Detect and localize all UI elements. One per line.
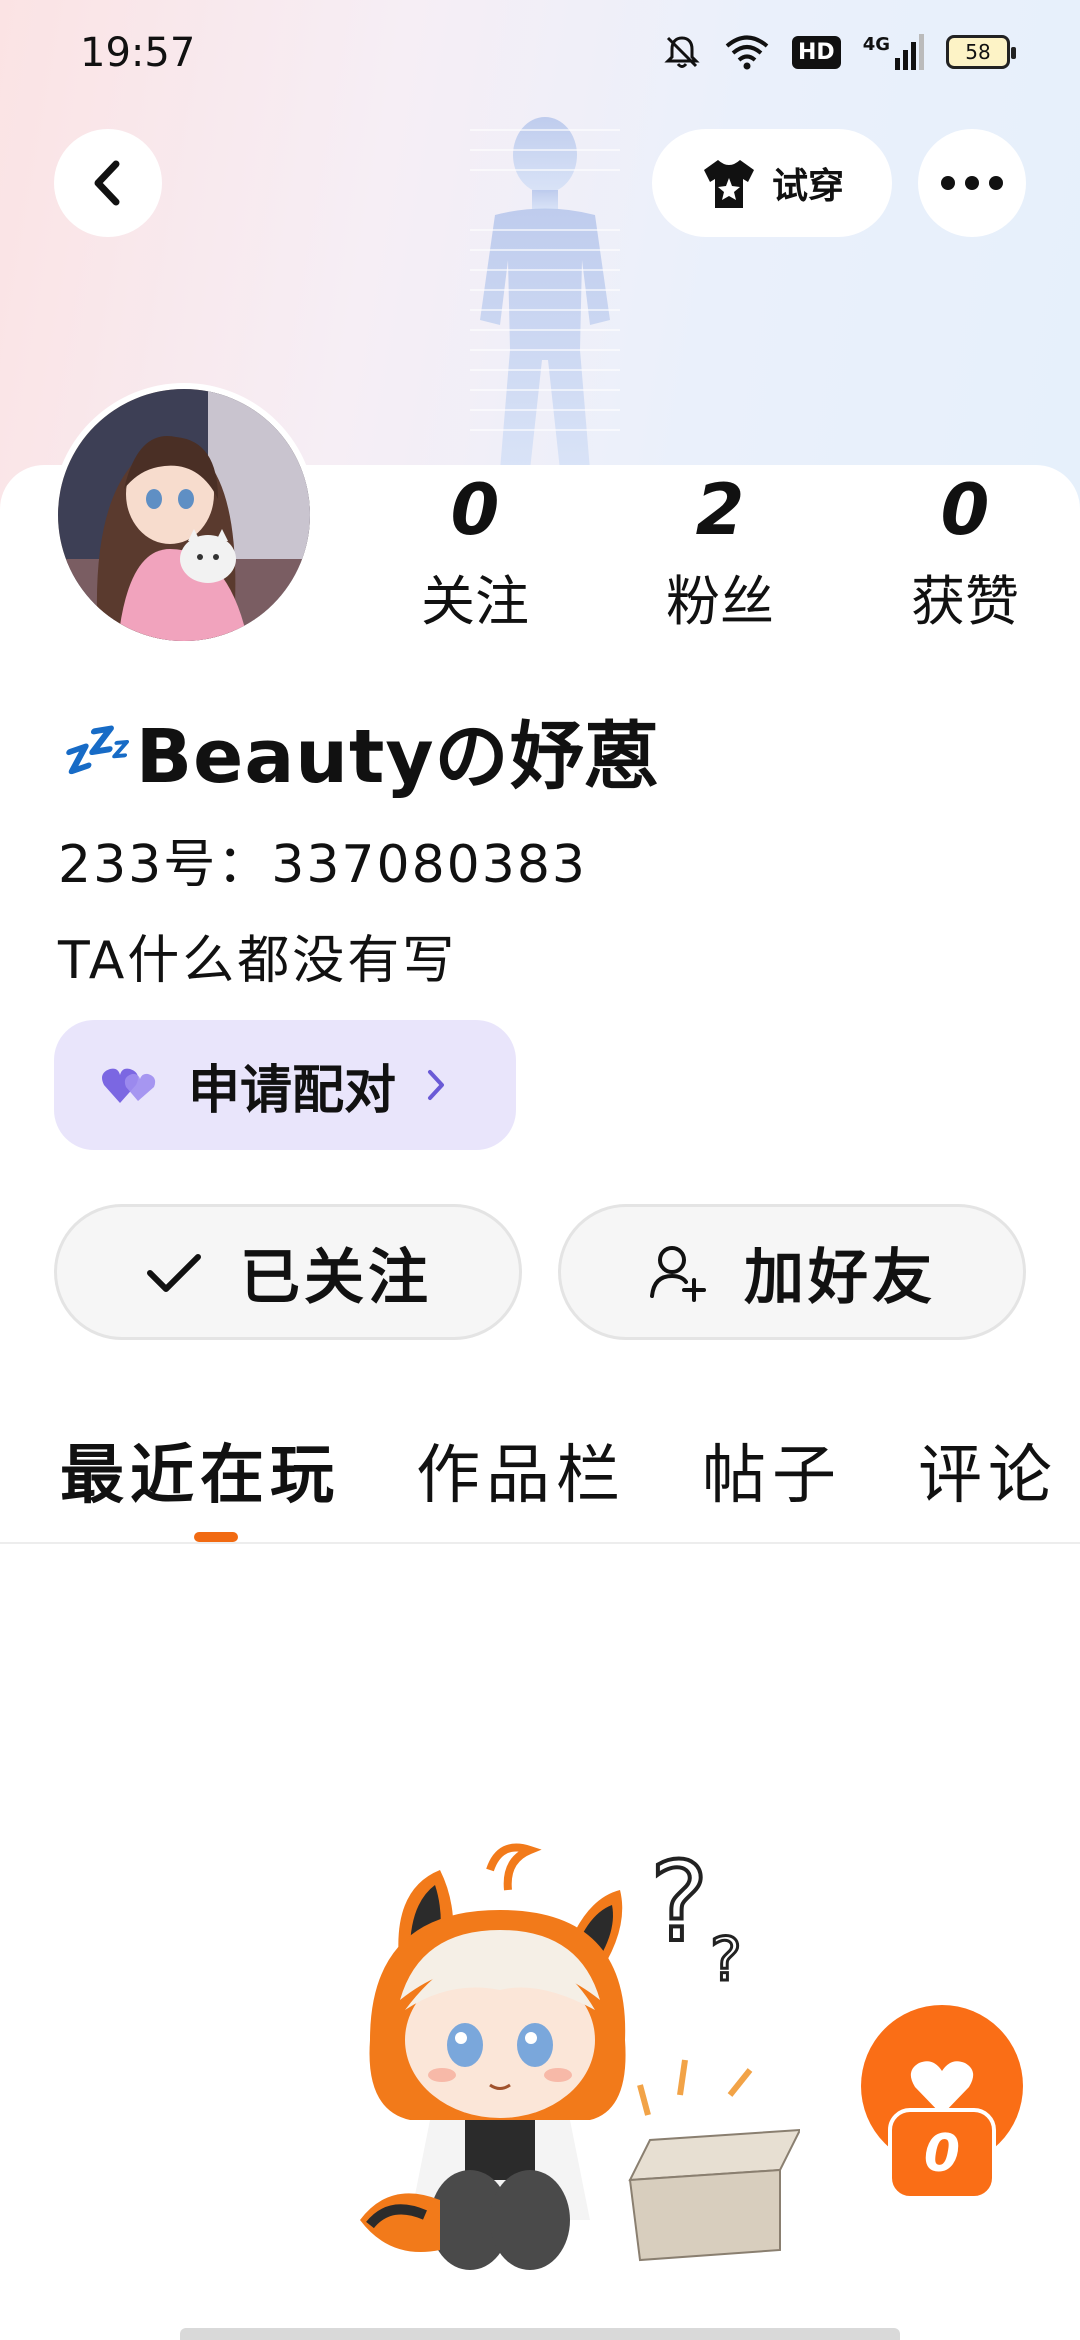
svg-text:?: ? — [710, 1925, 742, 1995]
status-time: 19:57 — [80, 30, 196, 76]
svg-text:?: ? — [650, 1838, 708, 1966]
following-button[interactable]: 已关注 — [54, 1204, 522, 1340]
following-button-label: 已关注 — [240, 1242, 432, 1313]
followers-count: 2 — [695, 469, 745, 551]
active-tab-indicator — [194, 1532, 238, 1542]
zzz-icon: 💤 — [58, 718, 128, 783]
battery-indicator: 58 — [946, 35, 1016, 69]
tshirt-star-icon — [703, 160, 754, 208]
likes-label: 获赞 — [911, 570, 1019, 633]
tab-comments[interactable]: 评论 — [918, 1424, 1058, 1516]
stat-likes[interactable]: 0 获赞 — [870, 470, 1060, 650]
wifi-icon — [725, 35, 769, 70]
more-icon — [941, 176, 1003, 190]
followers-label: 粉丝 — [666, 570, 774, 633]
try-on-button[interactable]: 试穿 — [652, 129, 892, 237]
back-icon — [94, 160, 120, 206]
tab-works[interactable]: 作品栏 — [416, 1424, 626, 1516]
floating-badge-count: 0 — [888, 2108, 996, 2200]
add-friend-button[interactable]: 加好友 — [558, 1204, 1026, 1340]
hd-badge: HD — [792, 35, 841, 69]
avatar-hologram-figure — [470, 117, 620, 470]
network-label: 4G — [862, 34, 890, 55]
signal-4g-icon: 4G — [863, 34, 924, 70]
add-friend-label: 加好友 — [744, 1242, 936, 1313]
username: Beautyの妤蒽 — [135, 713, 660, 800]
username-row: 💤 Beautyの妤蒽 — [58, 700, 660, 800]
profile-tabs: 最近在玩 作品栏 帖子 评论 — [0, 1400, 1080, 1540]
request-pair-label: 申请配对 — [188, 1060, 397, 1121]
stat-followers[interactable]: 2 粉丝 — [625, 470, 815, 650]
bell-muted-icon — [664, 36, 700, 68]
avatar[interactable] — [52, 383, 316, 647]
following-label: 关注 — [421, 570, 529, 633]
avatar-illustration — [58, 389, 310, 641]
tabs-divider — [0, 1542, 1080, 1544]
home-indicator[interactable] — [180, 2328, 900, 2340]
empty-state-illustration: ? ? — [360, 1836, 800, 2270]
following-count: 0 — [450, 469, 500, 551]
status-icons: HD 4G 58 — [662, 32, 1016, 72]
double-heart-icon — [102, 1068, 156, 1103]
profile-stats: 0 关注 2 粉丝 0 获赞 — [380, 470, 1060, 650]
likes-count: 0 — [940, 469, 990, 551]
user-id: 233号：337080383 — [58, 835, 588, 895]
back-button[interactable] — [54, 129, 162, 237]
more-options-button[interactable] — [918, 129, 1026, 237]
request-pair-button[interactable]: 申请配对 — [54, 1020, 516, 1150]
chevron-right-icon — [428, 1070, 445, 1100]
user-bio: TA什么都没有写 — [58, 931, 458, 991]
tab-posts[interactable]: 帖子 — [702, 1424, 842, 1516]
checkmark-icon — [147, 1254, 201, 1292]
stat-following[interactable]: 0 关注 — [380, 470, 570, 650]
try-on-label: 试穿 — [771, 166, 844, 207]
status-bar: 19:57 HD 4G 58 — [0, 0, 1080, 110]
tab-recently-played[interactable]: 最近在玩 — [60, 1424, 340, 1516]
add-friend-icon — [650, 1246, 706, 1302]
